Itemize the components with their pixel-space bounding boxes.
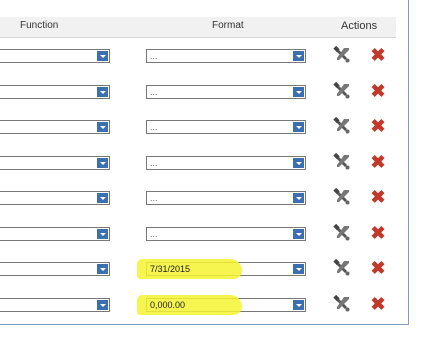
format-value: ... <box>150 193 158 203</box>
chevron-down-icon[interactable] <box>97 193 108 203</box>
delete-x-icon[interactable]: ✖ <box>369 223 387 243</box>
function-select[interactable] <box>0 155 110 170</box>
format-value: ... <box>150 122 158 132</box>
table-header: Function Format Actions <box>0 17 396 38</box>
tools-icon[interactable] <box>333 187 351 206</box>
format-select[interactable]: 0,000.00 <box>137 294 306 315</box>
format-select[interactable]: 7/31/2015 <box>137 259 306 279</box>
delete-x-icon[interactable]: ✖ <box>369 152 387 172</box>
delete-x-icon[interactable]: ✖ <box>369 81 387 101</box>
table-row: ... ✖ <box>0 222 396 246</box>
table-row: ... ✖ <box>0 186 396 210</box>
delete-x-icon[interactable]: ✖ <box>369 187 387 207</box>
delete-x-icon[interactable]: ✖ <box>369 45 387 65</box>
tools-icon[interactable] <box>333 223 351 242</box>
tools-icon[interactable] <box>333 81 351 100</box>
header-actions: Actions <box>341 20 378 32</box>
chevron-down-icon[interactable] <box>293 299 304 310</box>
function-select[interactable] <box>0 49 110 63</box>
delete-x-icon[interactable]: ✖ <box>369 294 387 314</box>
format-select[interactable]: ... <box>146 49 306 63</box>
format-select[interactable]: ... <box>146 226 306 241</box>
header-function: Function <box>20 20 59 31</box>
table-row: 7/31/2015 ✖ <box>0 257 396 281</box>
tools-icon[interactable] <box>333 116 351 135</box>
chevron-down-icon[interactable] <box>97 299 108 310</box>
chevron-down-icon[interactable] <box>293 193 304 203</box>
function-select[interactable] <box>0 120 110 134</box>
table-row: ... ✖ <box>0 115 396 139</box>
header-format: Format <box>212 20 244 31</box>
format-value: ... <box>150 228 158 239</box>
table-row: ... ✖ <box>0 44 396 68</box>
chevron-down-icon[interactable] <box>97 264 108 274</box>
chevron-down-icon[interactable] <box>97 51 108 61</box>
function-select[interactable] <box>0 262 110 276</box>
columns-panel: Function Format Actions ... ✖... ✖... ✖... ✖… <box>0 0 409 325</box>
format-value: 0,000.00 <box>150 299 186 310</box>
table-row: 0,000.00 ✖ <box>0 293 396 317</box>
chevron-down-icon[interactable] <box>97 122 108 132</box>
table-row: ... ✖ <box>0 80 396 104</box>
format-value: ... <box>150 86 158 97</box>
function-select[interactable] <box>0 84 110 99</box>
tools-icon[interactable] <box>333 45 351 64</box>
format-select[interactable]: ... <box>146 120 306 134</box>
function-select[interactable] <box>0 191 110 205</box>
chevron-down-icon[interactable] <box>293 51 304 61</box>
delete-x-icon[interactable]: ✖ <box>369 258 387 278</box>
delete-x-icon[interactable]: ✖ <box>369 116 387 136</box>
format-value: 7/31/2015 <box>150 264 191 274</box>
format-select[interactable]: ... <box>146 155 306 170</box>
format-value: ... <box>150 157 158 168</box>
chevron-down-icon[interactable] <box>293 228 304 239</box>
table-row: ... ✖ <box>0 151 396 175</box>
function-select[interactable] <box>0 226 110 241</box>
tools-icon[interactable] <box>333 152 351 171</box>
chevron-down-icon[interactable] <box>293 86 304 97</box>
function-select[interactable] <box>0 297 110 312</box>
format-select[interactable]: ... <box>146 191 306 205</box>
chevron-down-icon[interactable] <box>97 228 108 239</box>
tools-icon[interactable] <box>333 294 351 313</box>
format-value: ... <box>150 51 158 61</box>
chevron-down-icon[interactable] <box>97 157 108 168</box>
chevron-down-icon[interactable] <box>293 264 304 274</box>
tools-icon[interactable] <box>333 258 351 277</box>
chevron-down-icon[interactable] <box>97 86 108 97</box>
chevron-down-icon[interactable] <box>293 122 304 132</box>
chevron-down-icon[interactable] <box>293 157 304 168</box>
format-select[interactable]: ... <box>146 84 306 99</box>
